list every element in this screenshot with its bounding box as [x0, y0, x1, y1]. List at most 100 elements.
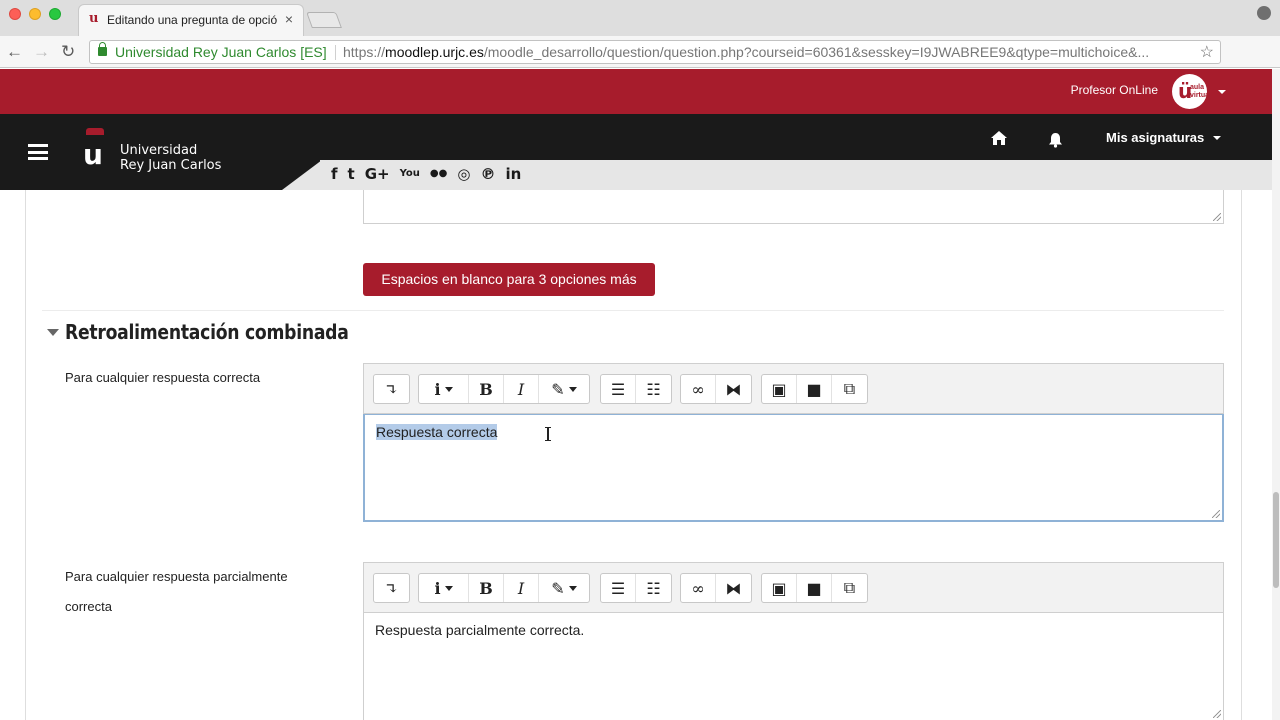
hamburger-menu-icon[interactable]	[28, 144, 48, 160]
courses-chevron-down-icon[interactable]	[1213, 136, 1221, 140]
browser-tab[interactable]: u Editando una pregunta de opción múltip…	[78, 4, 304, 36]
toolbar-group-links: ∞ ⧓	[680, 573, 752, 603]
link-button[interactable]: ∞	[681, 375, 716, 403]
google-plus-icon[interactable]: G+	[365, 165, 390, 183]
window-maximize-button[interactable]	[49, 8, 61, 20]
university-name[interactable]: Universidad Rey Juan Carlos	[120, 143, 221, 173]
bullet-list-button[interactable]: ☰	[601, 375, 636, 403]
paragraph-style-button[interactable]: i	[419, 375, 469, 403]
social-strip-edge	[282, 160, 322, 190]
correct-feedback-textarea[interactable]: Respuesta correcta	[363, 414, 1224, 522]
paragraph-style-button[interactable]: i	[419, 574, 469, 602]
url-scheme: https://	[343, 44, 386, 60]
chevron-down-icon	[568, 585, 577, 591]
toolbar-group-links: ∞ ⧓	[680, 374, 752, 404]
insert-image-button[interactable]: ▣	[762, 574, 797, 602]
chevron-down-icon	[568, 386, 577, 392]
bell-icon[interactable]	[1048, 132, 1063, 148]
address-bar-row: ← → ↻ Universidad Rey Juan Carlos [ES] h…	[0, 36, 1280, 95]
numbered-list-button[interactable]: ☷	[636, 574, 671, 602]
forward-button[interactable]: →	[33, 42, 50, 62]
url-path: /moodle_desarrollo/question/question.php…	[483, 44, 1150, 60]
page-scrollbar[interactable]	[1272, 69, 1280, 720]
toolbar-group-collapse: ↴	[373, 573, 410, 603]
text-cursor-icon	[545, 427, 551, 441]
tab-close-icon[interactable]: ×	[285, 11, 293, 27]
youtube-icon[interactable]: You	[400, 165, 420, 183]
reload-button[interactable]: ↻	[61, 42, 75, 62]
section-collapse-chevron-icon[interactable]	[47, 329, 59, 336]
partially-correct-feedback-textarea[interactable]: Respuesta parcialmente correcta.	[363, 613, 1224, 720]
site-identity[interactable]: Universidad Rey Juan Carlos [ES]	[115, 44, 327, 60]
toolbar-toggle-button[interactable]: ↴	[374, 574, 409, 602]
section-title[interactable]: Retroalimentación combinada	[65, 320, 349, 344]
manage-files-button[interactable]: ⧉	[832, 574, 867, 602]
chevron-down-icon	[444, 386, 453, 392]
flickr-icon[interactable]: ●●	[430, 165, 447, 183]
urjc-favicon-icon: u	[89, 11, 99, 26]
bookmark-star-icon[interactable]: ☆	[1200, 42, 1214, 62]
insert-image-button[interactable]: ▣	[762, 375, 797, 403]
toolbar-group-text: i B I ✎	[418, 374, 590, 404]
omnibox-separator	[335, 45, 336, 60]
bold-button[interactable]: B	[469, 375, 504, 403]
instagram-icon[interactable]: ◎	[457, 165, 470, 183]
italic-button[interactable]: I	[504, 574, 539, 602]
insert-video-button[interactable]: ■	[797, 375, 832, 403]
toolbar-toggle-button[interactable]: ↴	[374, 375, 409, 403]
twitter-icon[interactable]: t	[348, 165, 355, 183]
logo-crown	[86, 128, 104, 135]
manage-files-button[interactable]: ⧉	[832, 375, 867, 403]
url-host: moodlep.urjc.es	[385, 44, 484, 60]
link-button[interactable]: ∞	[681, 574, 716, 602]
toolbar-group-collapse: ↴	[373, 374, 410, 404]
avatar[interactable]: ü aula virtual	[1172, 74, 1207, 109]
italic-button[interactable]: I	[504, 375, 539, 403]
social-links: f t G+ You ●● ◎ ℗ in	[331, 164, 521, 184]
user-menu-chevron-down-icon[interactable]	[1218, 90, 1226, 94]
textarea-content: Respuesta parcialmente correcta.	[375, 622, 585, 638]
toolbar-group-lists: ☰ ☷	[600, 374, 672, 404]
avatar-logo-text: aula virtual	[1190, 84, 1207, 99]
pinterest-icon[interactable]: ℗	[480, 165, 495, 183]
home-icon[interactable]	[990, 130, 1008, 146]
chevron-down-icon	[444, 585, 453, 591]
resize-handle-icon[interactable]	[1212, 510, 1220, 518]
text-style-button[interactable]: ✎	[539, 574, 589, 602]
add-blanks-button[interactable]: Espacios en blanco para 3 opciones más	[363, 263, 655, 296]
back-button[interactable]: ←	[6, 42, 23, 62]
partially-correct-feedback-label: Para cualquier respuesta parcialmente co…	[65, 569, 288, 614]
logo-letter: u	[83, 138, 103, 171]
unlink-button[interactable]: ⧓	[716, 375, 751, 403]
text-style-button[interactable]: ✎	[539, 375, 589, 403]
correct-feedback-editor: ↴ i B I ✎ ☰ ☷ ∞ ⧓ ▣ ■ ⧉ Respuesta correc…	[363, 363, 1224, 522]
bold-button[interactable]: B	[469, 574, 504, 602]
urjc-logo-icon[interactable]: u	[82, 128, 108, 174]
correct-feedback-label: Para cualquier respuesta correcta	[65, 370, 261, 385]
lock-icon	[98, 42, 107, 56]
page-scrollbar-thumb[interactable]	[1273, 492, 1279, 588]
user-name[interactable]: Profesor OnLine	[1071, 83, 1158, 97]
bullet-list-button[interactable]: ☰	[601, 574, 636, 602]
toolbar-group-lists: ☰ ☷	[600, 573, 672, 603]
linkedin-icon[interactable]: in	[505, 165, 521, 183]
courses-menu[interactable]: Mis asignaturas	[1106, 130, 1204, 145]
url-input[interactable]: Universidad Rey Juan Carlos [ES] https:/…	[89, 40, 1221, 64]
new-tab-button[interactable]	[306, 12, 342, 28]
resize-handle-icon[interactable]	[1213, 213, 1221, 221]
section-divider	[42, 310, 1224, 311]
previous-answer-editor[interactable]	[363, 190, 1224, 224]
window-minimize-button[interactable]	[29, 8, 41, 20]
browser-profile-icon[interactable]	[1257, 6, 1271, 20]
url-text[interactable]: https://moodlep.urjc.es/moodle_desarroll…	[343, 44, 1193, 60]
resize-handle-icon[interactable]	[1213, 710, 1221, 718]
facebook-icon[interactable]: f	[331, 165, 338, 183]
insert-video-button[interactable]: ■	[797, 574, 832, 602]
question-edit-form: Espacios en blanco para 3 opciones más R…	[25, 190, 1242, 720]
university-name-line2: Rey Juan Carlos	[120, 158, 222, 173]
window-close-button[interactable]	[9, 8, 21, 20]
numbered-list-button[interactable]: ☷	[636, 375, 671, 403]
unlink-button[interactable]: ⧓	[716, 574, 751, 602]
info-icon: i	[434, 379, 441, 399]
browser-tab-bar: u Editando una pregunta de opción múltip…	[0, 0, 1280, 36]
